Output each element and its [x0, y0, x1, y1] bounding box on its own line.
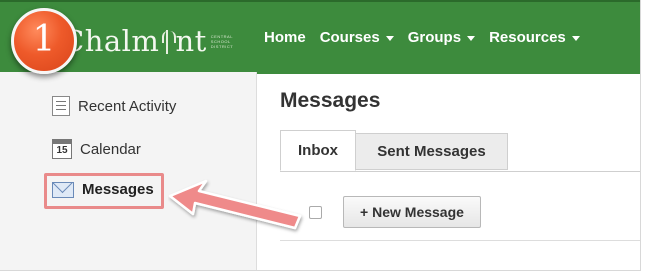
main-menu: Home Courses Groups Resources — [264, 28, 580, 48]
sidebar-item-recent-activity[interactable]: Recent Activity — [52, 96, 176, 116]
message-tabs: Inbox Sent Messages — [280, 130, 640, 172]
nav-home-label: Home — [264, 29, 306, 46]
caret-down-icon — [385, 35, 394, 41]
sidebar-item-label: Recent Activity — [78, 97, 177, 115]
app-window: Chalm nt Central School District Home Cou… — [0, 0, 641, 271]
sidebar-item-label: Calendar — [80, 140, 141, 158]
messages-highlight-box — [44, 173, 164, 209]
district-logo[interactable]: Chalm nt Central School District — [62, 24, 237, 58]
callout-arrow-icon — [168, 179, 302, 230]
nav-courses-label: Courses — [319, 29, 380, 46]
nav-home[interactable]: Home — [264, 28, 306, 48]
step-number-badge: 1 — [11, 8, 77, 74]
divider — [280, 240, 640, 241]
logo-text-end: nt — [175, 24, 207, 58]
tab-sent-messages[interactable]: Sent Messages — [356, 133, 508, 170]
top-nav-bar: Chalm nt Central School District Home Cou… — [0, 0, 640, 74]
wheat-icon — [161, 28, 177, 54]
select-all-checkbox[interactable] — [309, 206, 322, 219]
nav-groups-label: Groups — [407, 29, 462, 46]
sidebar-item-calendar[interactable]: 15 Calendar — [52, 139, 141, 159]
calendar-icon: 15 — [52, 139, 72, 159]
nav-resources-label: Resources — [489, 29, 566, 46]
page-title: Messages — [280, 89, 381, 112]
new-message-button[interactable]: + New Message — [343, 196, 481, 228]
nav-groups[interactable]: Groups — [407, 28, 476, 48]
list-icon — [52, 96, 70, 116]
nav-courses[interactable]: Courses — [320, 28, 394, 48]
logo-district-text: Central School District — [210, 33, 234, 49]
nav-resources[interactable]: Resources — [489, 28, 580, 48]
tab-inbox[interactable]: Inbox — [280, 130, 356, 171]
caret-down-icon — [467, 35, 476, 41]
caret-down-icon — [571, 35, 580, 41]
